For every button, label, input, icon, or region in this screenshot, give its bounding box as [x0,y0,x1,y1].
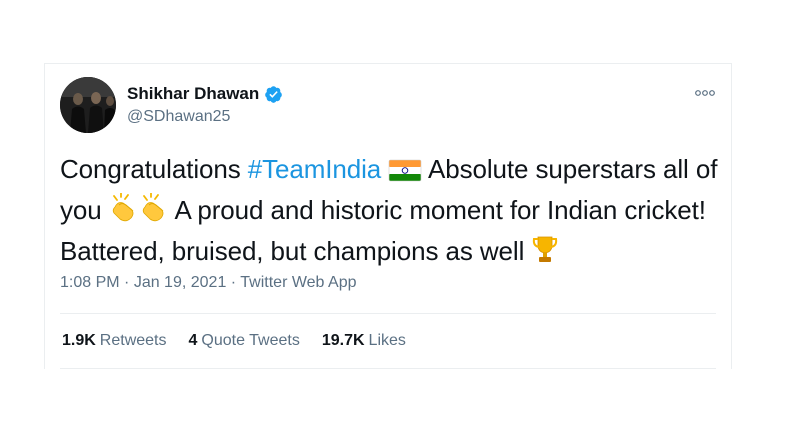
divider [60,368,716,369]
retweets-count: 1.9K [62,332,96,349]
tweet-meta: 1:08 PM · Jan 19, 2021 · Twitter Web App [60,274,356,292]
retweets-label: Retweets [99,332,167,349]
author-display-name[interactable]: Shikhar Dhawan [127,84,259,104]
avatar[interactable] [60,77,116,133]
tweet-text: Congratulations #TeamIndia Absolute supe… [60,151,720,274]
verified-badge-icon [264,85,283,104]
engagement-stats: 1.9K Retweets 4 Quote Tweets 19.7K Likes [62,332,406,350]
clapping-hands-icon [109,192,139,233]
trophy-icon [531,234,559,274]
more-options-icon[interactable] [695,89,715,97]
likes-stat[interactable]: 19.7K Likes [322,332,406,350]
meta-separator: · [119,274,134,291]
divider [60,313,716,314]
tweet-card: Shikhar Dhawan @SDhawan25 Congratulation… [44,63,732,369]
tweet-source[interactable]: Twitter Web App [240,274,356,291]
clapping-hands-icon [139,192,169,233]
tweet-time[interactable]: 1:08 PM [60,274,120,291]
tweet-date[interactable]: Jan 19, 2021 [134,274,227,291]
hashtag-link[interactable]: #TeamIndia [248,154,382,184]
meta-separator: · [226,274,241,291]
tweet-text-part: Congratulations [60,154,248,184]
quote-tweets-label: Quote Tweets [201,332,300,349]
india-flag-icon [388,155,422,192]
likes-count: 19.7K [321,332,365,349]
author-name-row[interactable]: Shikhar Dhawan [127,84,283,104]
likes-label: Likes [368,332,406,349]
retweets-stat[interactable]: 1.9K Retweets [62,332,167,350]
quote-tweets-count: 4 [188,332,198,349]
quote-tweets-stat[interactable]: 4 Quote Tweets [189,332,300,350]
author-handle[interactable]: @SDhawan25 [127,108,230,126]
